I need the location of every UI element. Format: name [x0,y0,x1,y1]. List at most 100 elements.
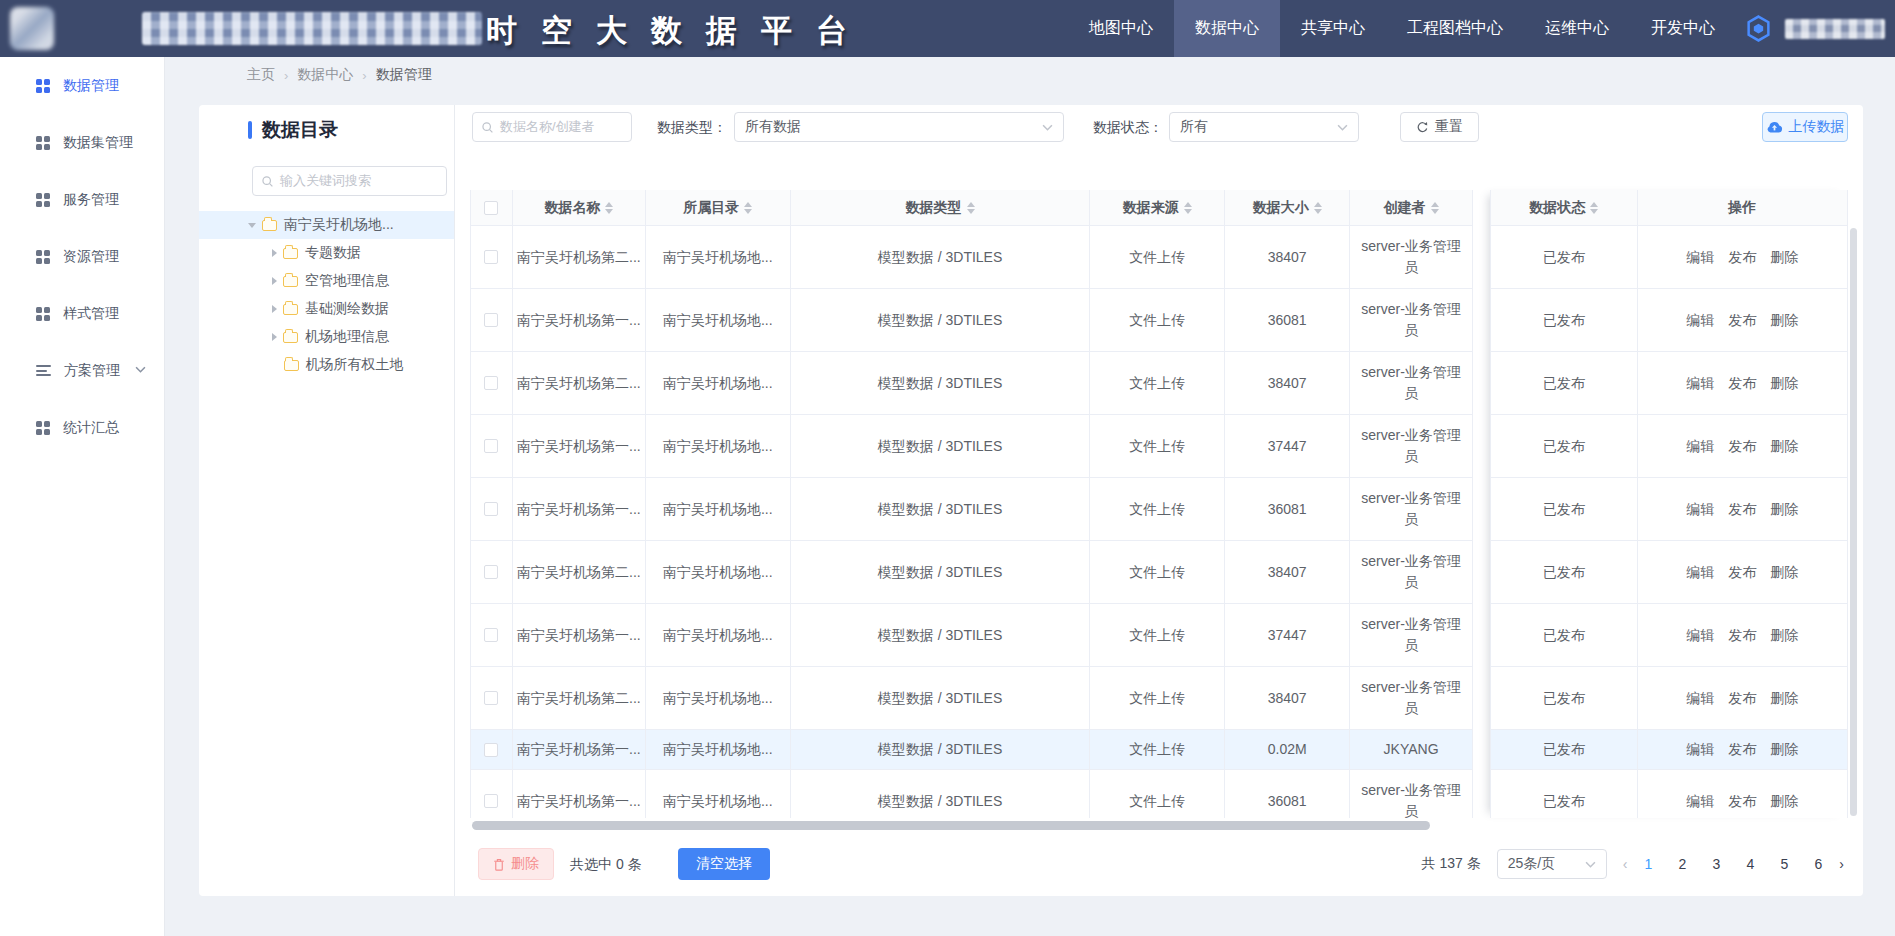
tree-node-root[interactable]: 南宁吴圩机场地... [199,211,454,239]
column-header[interactable] [471,190,513,225]
nav-item-数据中心[interactable]: 数据中心 [1174,0,1280,57]
row-checkbox[interactable] [484,313,498,327]
column-header[interactable]: 创建者 [1350,190,1473,225]
column-header[interactable]: 数据名称 [513,190,646,225]
sort-icon[interactable] [1590,202,1598,214]
action-link-删除[interactable]: 删除 [1770,247,1798,268]
action-link-发布[interactable]: 发布 [1728,310,1756,331]
tree-node[interactable]: 基础测绘数据 [199,295,454,323]
sort-icon[interactable] [1184,202,1192,214]
upload-data-button[interactable]: 上传数据 [1762,112,1848,142]
sidebar-item-样式管理[interactable]: 样式管理 [0,285,164,342]
action-link-编辑[interactable]: 编辑 [1686,739,1714,760]
action-link-发布[interactable]: 发布 [1728,562,1756,583]
sidebar-item-数据管理[interactable]: 数据管理 [0,57,164,114]
clear-selection-button[interactable]: 清空选择 [678,848,770,880]
action-link-编辑[interactable]: 编辑 [1686,688,1714,709]
nav-item-地图中心[interactable]: 地图中心 [1068,0,1174,57]
sort-icon[interactable] [744,202,752,214]
action-link-删除[interactable]: 删除 [1770,791,1798,812]
action-link-编辑[interactable]: 编辑 [1686,499,1714,520]
row-checkbox[interactable] [484,794,498,808]
sort-icon[interactable] [605,202,613,214]
action-link-编辑[interactable]: 编辑 [1686,791,1714,812]
row-checkbox[interactable] [484,439,498,453]
row-checkbox[interactable] [484,628,498,642]
caret-right-icon[interactable] [272,277,277,285]
page-number-4[interactable]: 4 [1736,850,1764,878]
page-number-3[interactable]: 3 [1702,850,1730,878]
page-number-6[interactable]: 6 [1804,850,1832,878]
prev-page-button[interactable]: ‹ [1623,856,1628,872]
delete-selected-button[interactable]: 删除 [478,848,554,880]
sidebar-item-服务管理[interactable]: 服务管理 [0,171,164,228]
action-link-编辑[interactable]: 编辑 [1686,247,1714,268]
action-link-编辑[interactable]: 编辑 [1686,373,1714,394]
caret-down-icon[interactable] [248,223,256,228]
row-checkbox[interactable] [484,691,498,705]
tree-node[interactable]: 专题数据 [199,239,454,267]
action-link-删除[interactable]: 删除 [1770,310,1798,331]
action-link-删除[interactable]: 删除 [1770,499,1798,520]
row-checkbox[interactable] [484,502,498,516]
sort-icon[interactable] [1431,202,1439,214]
action-link-删除[interactable]: 删除 [1770,436,1798,457]
nav-item-工程图档中心[interactable]: 工程图档中心 [1386,0,1524,57]
breadcrumb-item[interactable]: 主页 [247,66,275,84]
tree-search-input[interactable]: 输入关键词搜索 [252,166,447,196]
action-link-删除[interactable]: 删除 [1770,373,1798,394]
action-link-发布[interactable]: 发布 [1728,373,1756,394]
tree-node[interactable]: 机场地理信息 [199,323,454,351]
row-checkbox[interactable] [484,250,498,264]
action-link-编辑[interactable]: 编辑 [1686,436,1714,457]
reset-button[interactable]: 重置 [1400,112,1479,142]
breadcrumb-item[interactable]: 数据中心 [297,66,353,84]
column-header[interactable]: 数据大小 [1225,190,1350,225]
nav-item-运维中心[interactable]: 运维中心 [1524,0,1630,57]
tree-node[interactable]: 空管地理信息 [199,267,454,295]
sidebar-item-统计汇总[interactable]: 统计汇总 [0,399,164,456]
vertical-scrollbar[interactable] [1850,228,1857,816]
caret-right-icon[interactable] [272,333,277,341]
caret-right-icon[interactable] [272,305,277,313]
page-number-2[interactable]: 2 [1668,850,1696,878]
caret-right-icon[interactable] [272,249,277,257]
column-header[interactable]: 所属目录 [646,190,791,225]
data-type-select[interactable]: 所有数据 [734,112,1064,142]
action-link-删除[interactable]: 删除 [1770,739,1798,760]
action-link-发布[interactable]: 发布 [1728,499,1756,520]
action-link-发布[interactable]: 发布 [1728,688,1756,709]
sort-icon[interactable] [1314,202,1322,214]
tree-node[interactable]: 机场所有权土地 [199,351,454,379]
action-link-发布[interactable]: 发布 [1728,436,1756,457]
page-number-1[interactable]: 1 [1634,850,1662,878]
action-link-编辑[interactable]: 编辑 [1686,310,1714,331]
row-checkbox[interactable] [484,743,498,757]
action-link-删除[interactable]: 删除 [1770,625,1798,646]
sidebar-item-方案管理[interactable]: 方案管理 [0,342,164,399]
action-link-发布[interactable]: 发布 [1728,739,1756,760]
action-link-发布[interactable]: 发布 [1728,247,1756,268]
nav-item-开发中心[interactable]: 开发中心 [1630,0,1736,57]
nav-item-共享中心[interactable]: 共享中心 [1280,0,1386,57]
column-header[interactable]: 数据来源 [1090,190,1225,225]
action-link-删除[interactable]: 删除 [1770,688,1798,709]
action-link-发布[interactable]: 发布 [1728,791,1756,812]
redacted-username[interactable] [1785,19,1885,39]
next-page-button[interactable]: › [1839,856,1844,872]
breadcrumb-item[interactable]: 数据管理 [376,66,432,84]
sort-icon[interactable] [967,202,975,214]
data-status-select[interactable]: 所有 [1169,112,1359,142]
action-link-编辑[interactable]: 编辑 [1686,562,1714,583]
action-link-删除[interactable]: 删除 [1770,562,1798,583]
page-number-5[interactable]: 5 [1770,850,1798,878]
action-link-编辑[interactable]: 编辑 [1686,625,1714,646]
horizontal-scrollbar[interactable] [472,821,1430,830]
row-checkbox[interactable] [484,376,498,390]
action-link-发布[interactable]: 发布 [1728,625,1756,646]
column-header[interactable]: 数据类型 [791,190,1091,225]
table-search-input[interactable]: 数据名称/创建者 [472,112,632,142]
select-all-checkbox[interactable] [484,201,498,215]
sidebar-item-数据集管理[interactable]: 数据集管理 [0,114,164,171]
page-size-select[interactable]: 25条/页 [1497,849,1607,879]
